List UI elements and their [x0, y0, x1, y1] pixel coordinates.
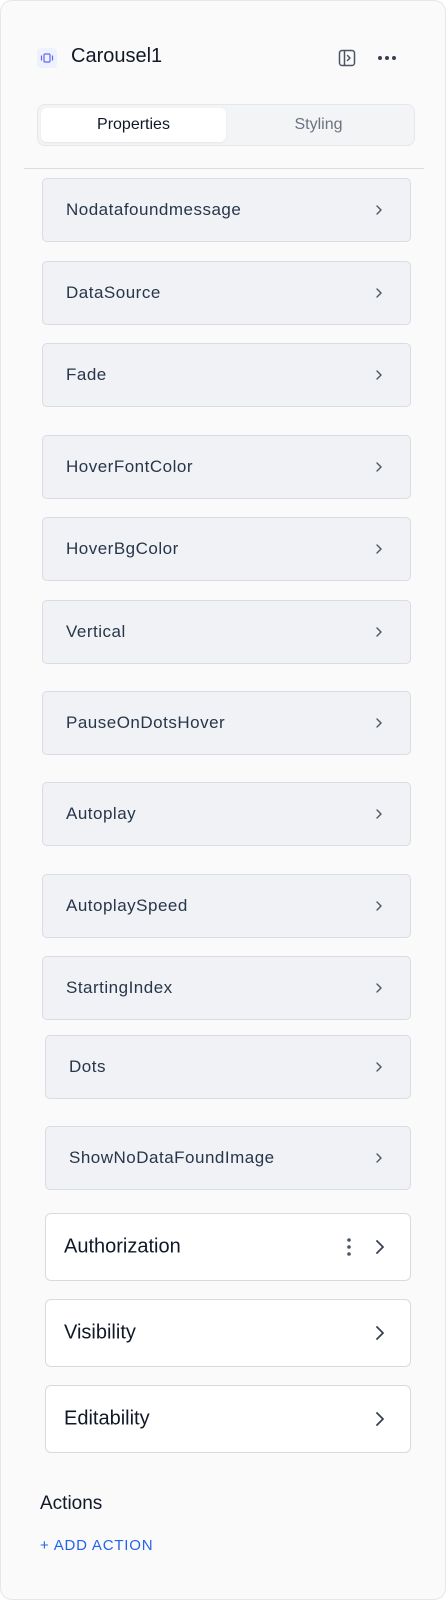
- chevron-right-icon: [376, 627, 382, 637]
- property-label: HoverFontColor: [66, 457, 193, 476]
- property-row-pauseondotshover[interactable]: PauseOnDotsHover: [42, 691, 411, 755]
- property-label: HoverBgColor: [66, 539, 179, 558]
- property-row-startingindex[interactable]: StartingIndex: [42, 956, 411, 1020]
- more-horizontal-icon[interactable]: [375, 46, 399, 70]
- property-label: Autoplay: [66, 804, 137, 823]
- chevron-right-icon: [376, 1240, 384, 1254]
- property-row-autoplayspeed[interactable]: AutoplaySpeed: [42, 874, 411, 938]
- chevron-right-icon: [376, 205, 382, 215]
- section-editability[interactable]: Editability: [45, 1385, 411, 1453]
- property-label: Dots: [69, 1057, 106, 1076]
- chevron-right-icon: [376, 983, 382, 993]
- property-label: AutoplaySpeed: [66, 896, 188, 915]
- more-vertical-icon[interactable]: [346, 1237, 352, 1257]
- property-label: Vertical: [66, 622, 126, 641]
- property-row-shownodatafoundimage[interactable]: ShowNoDataFoundImage: [45, 1126, 411, 1190]
- page-title: Carousel1: [71, 45, 163, 67]
- chevron-right-icon: [376, 370, 382, 380]
- chevron-right-icon: [376, 462, 382, 472]
- tab-properties[interactable]: Properties: [41, 108, 226, 142]
- header-divider: [24, 168, 424, 169]
- section-label: Visibility: [64, 1321, 136, 1344]
- property-row-hoverfontcolor[interactable]: HoverFontColor: [42, 435, 411, 499]
- chevron-right-icon: [376, 1153, 382, 1163]
- property-row-nodatafoundmessage[interactable]: Nodatafoundmessage: [42, 178, 411, 242]
- tab-styling[interactable]: Styling: [226, 108, 411, 142]
- chevron-right-icon: [376, 1062, 382, 1072]
- property-label: DataSource: [66, 283, 161, 302]
- property-label: ShowNoDataFoundImage: [69, 1148, 275, 1167]
- property-label: PauseOnDotsHover: [66, 713, 226, 732]
- section-label: Authorization: [64, 1235, 181, 1258]
- chevron-right-icon: [376, 544, 382, 554]
- sidebar-toggle-icon[interactable]: [335, 46, 359, 70]
- property-label: Fade: [66, 365, 107, 384]
- property-row-vertical[interactable]: Vertical: [42, 600, 411, 664]
- property-row-dots[interactable]: Dots: [45, 1035, 411, 1099]
- properties-panel: Carousel1 Properties Styling Nodatafound…: [0, 0, 446, 1600]
- chevron-right-icon: [376, 1326, 384, 1340]
- section-authorization[interactable]: Authorization: [45, 1213, 411, 1281]
- property-row-autoplay[interactable]: Autoplay: [42, 782, 411, 846]
- chevron-right-icon: [376, 1412, 384, 1426]
- chevron-right-icon: [376, 901, 382, 911]
- chevron-right-icon: [376, 718, 382, 728]
- tab-bar: Properties Styling: [37, 104, 415, 146]
- section-visibility[interactable]: Visibility: [45, 1299, 411, 1367]
- actions-heading: Actions: [40, 1493, 103, 1514]
- chevron-right-icon: [376, 809, 382, 819]
- add-action-button[interactable]: + ADD ACTION: [40, 1537, 153, 1554]
- panel-header: Carousel1: [37, 41, 421, 75]
- property-row-fade[interactable]: Fade: [42, 343, 411, 407]
- property-row-datasource[interactable]: DataSource: [42, 261, 411, 325]
- section-label: Editability: [64, 1407, 150, 1430]
- carousel-icon: [37, 48, 57, 68]
- property-row-hoverbgcolor[interactable]: HoverBgColor: [42, 517, 411, 581]
- property-label: Nodatafoundmessage: [66, 200, 242, 219]
- chevron-right-icon: [376, 288, 382, 298]
- property-label: StartingIndex: [66, 978, 173, 997]
